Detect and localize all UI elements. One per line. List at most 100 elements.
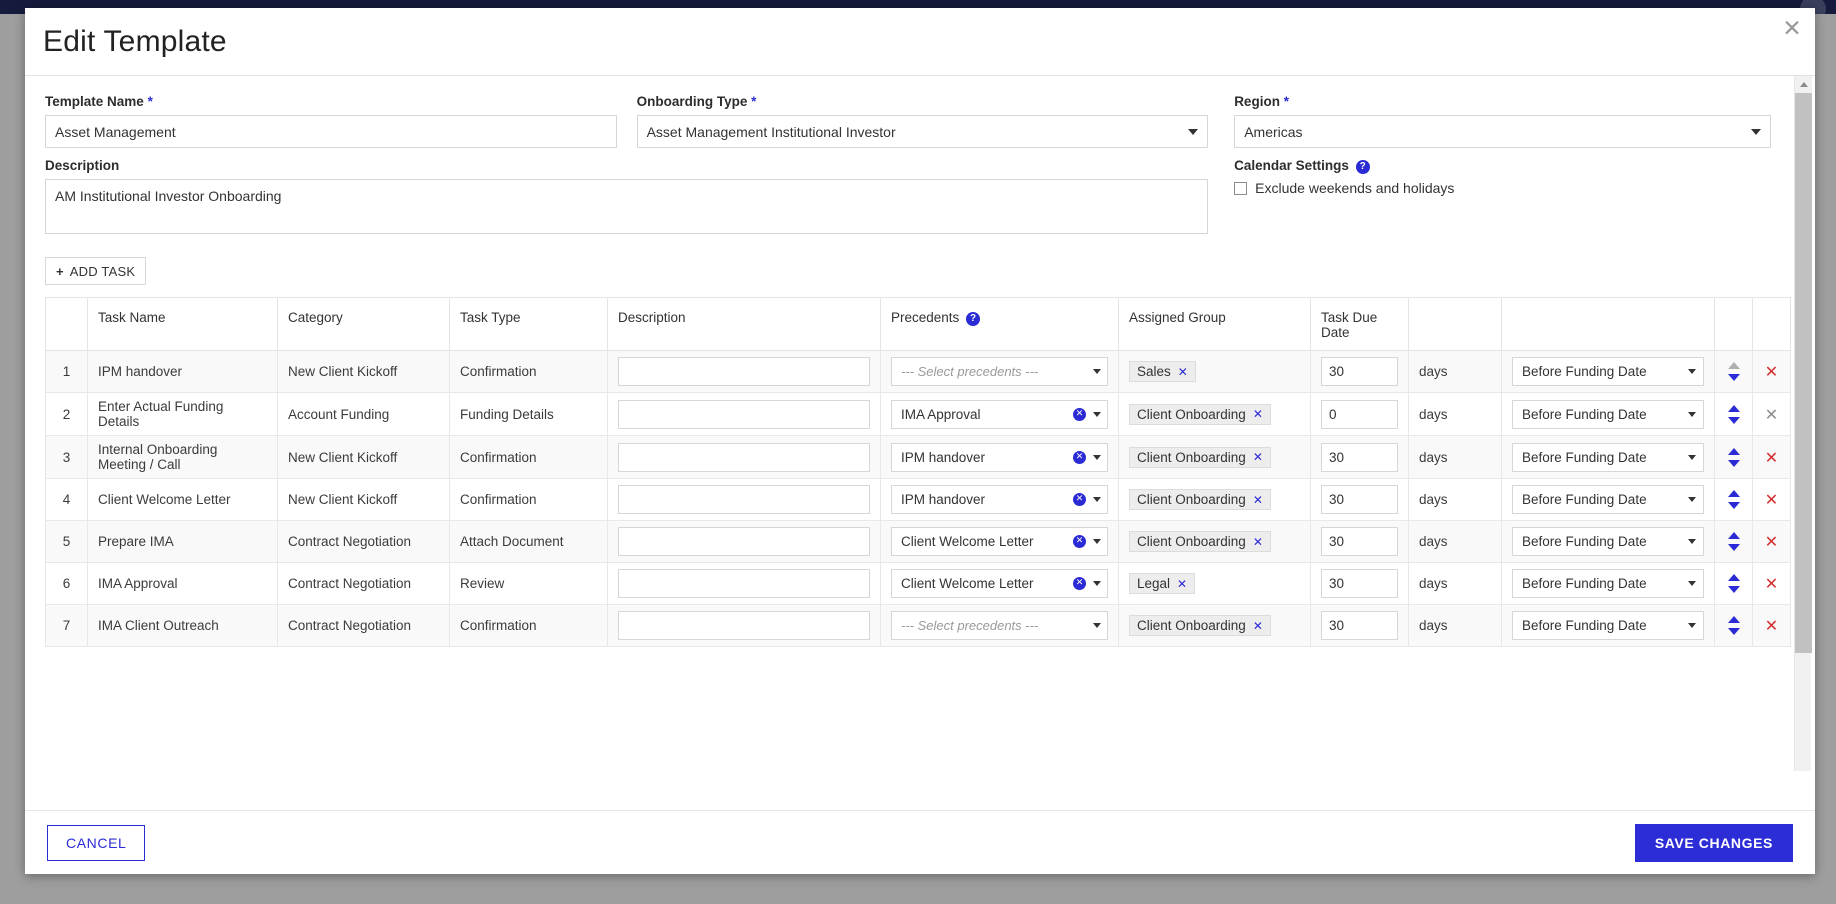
- row-index: 3: [45, 435, 88, 479]
- row-task-type: Confirmation: [449, 604, 608, 647]
- description-input[interactable]: [618, 485, 870, 514]
- row-task-name: IMA Approval: [87, 562, 278, 605]
- page-title: Edit Template: [43, 24, 227, 58]
- move-down-icon[interactable]: [1727, 502, 1740, 509]
- save-changes-button[interactable]: SAVE CHANGES: [1634, 823, 1793, 862]
- region-select[interactable]: Americas: [1234, 115, 1771, 148]
- row-reorder-cell: [1714, 350, 1753, 393]
- row-precedents-cell: --- Select precedents ---: [880, 350, 1119, 393]
- row-due-days-cell: [1310, 350, 1409, 393]
- precedents-select[interactable]: --- Select precedents ---: [891, 357, 1108, 386]
- onboarding-type-select[interactable]: Asset Management Institutional Investor: [636, 115, 1209, 148]
- modal-scrollbar[interactable]: [1794, 76, 1812, 771]
- help-icon[interactable]: ?: [1355, 160, 1370, 174]
- scrollbar-thumb[interactable]: [1795, 93, 1812, 653]
- move-down-icon[interactable]: [1727, 586, 1740, 593]
- delete-row-icon[interactable]: ✕: [1765, 532, 1778, 551]
- precedents-select[interactable]: IMA Approval ✕: [891, 399, 1108, 429]
- remove-group-icon[interactable]: ✕: [1253, 407, 1263, 421]
- move-up-icon[interactable]: [1727, 490, 1740, 497]
- description-input[interactable]: [618, 399, 870, 429]
- relative-to-select[interactable]: Before Funding Date: [1512, 442, 1704, 472]
- row-task-name: Client Welcome Letter: [87, 478, 278, 521]
- chevron-down-icon: [1093, 581, 1101, 586]
- calendar-settings-label: Calendar Settings ?: [1234, 158, 1771, 174]
- relative-to-value: Before Funding Date: [1522, 534, 1647, 549]
- description-input[interactable]: [618, 569, 870, 598]
- relative-to-select[interactable]: Before Funding Date: [1512, 569, 1704, 598]
- due-days-input[interactable]: [1321, 527, 1398, 556]
- due-days-input[interactable]: [1321, 357, 1398, 386]
- remove-group-icon[interactable]: ✕: [1253, 619, 1263, 633]
- remove-group-icon[interactable]: ✕: [1253, 493, 1263, 507]
- precedents-select[interactable]: IPM handover ✕: [891, 485, 1108, 514]
- move-down-icon[interactable]: [1727, 416, 1740, 424]
- due-days-input[interactable]: [1321, 569, 1398, 598]
- move-up-icon[interactable]: [1727, 574, 1740, 581]
- due-days-input[interactable]: [1321, 399, 1398, 429]
- due-days-input[interactable]: [1321, 611, 1398, 640]
- row-reorder-cell: [1714, 435, 1753, 479]
- description-textarea[interactable]: AM Institutional Investor Onboarding: [45, 179, 1209, 234]
- row-days-unit: days: [1408, 435, 1502, 479]
- precedents-select[interactable]: IPM handover ✕: [891, 442, 1108, 472]
- help-icon[interactable]: ?: [966, 312, 981, 326]
- row-delete-cell: ✕: [1752, 562, 1791, 605]
- move-down-icon[interactable]: [1727, 374, 1740, 381]
- remove-group-icon[interactable]: ✕: [1178, 365, 1188, 379]
- close-icon[interactable]: ✕: [1779, 16, 1805, 42]
- delete-row-icon[interactable]: ✕: [1765, 490, 1778, 509]
- precedent-value: Client Welcome Letter: [901, 534, 1034, 549]
- move-up-icon[interactable]: [1727, 616, 1740, 623]
- move-up-icon[interactable]: [1727, 404, 1740, 412]
- remove-group-icon[interactable]: ✕: [1253, 535, 1263, 549]
- move-down-icon[interactable]: [1727, 459, 1740, 467]
- due-days-input[interactable]: [1321, 485, 1398, 514]
- clear-icon[interactable]: ✕: [1073, 450, 1086, 464]
- relative-to-select[interactable]: Before Funding Date: [1512, 399, 1704, 429]
- exclude-weekends-row[interactable]: Exclude weekends and holidays: [1234, 180, 1771, 196]
- add-task-button[interactable]: + ADD TASK: [45, 257, 147, 285]
- precedent-value: IPM handover: [901, 449, 986, 465]
- row-precedents-cell: IPM handover ✕: [880, 478, 1119, 521]
- row-description-cell: [607, 478, 881, 521]
- chevron-down-icon: [1093, 411, 1101, 417]
- precedents-select[interactable]: Client Welcome Letter ✕: [891, 527, 1108, 556]
- clear-icon[interactable]: ✕: [1073, 493, 1086, 506]
- remove-group-icon[interactable]: ✕: [1253, 450, 1263, 464]
- relative-to-select[interactable]: Before Funding Date: [1512, 357, 1704, 386]
- description-input[interactable]: [618, 527, 870, 556]
- move-up-icon[interactable]: [1727, 532, 1740, 539]
- description-input[interactable]: [618, 357, 870, 386]
- remove-group-icon[interactable]: ✕: [1177, 577, 1187, 591]
- edit-template-modal: Edit Template ✕ Template Name * Asset Ma…: [25, 8, 1815, 874]
- due-days-input[interactable]: [1321, 442, 1398, 472]
- relative-to-select[interactable]: Before Funding Date: [1512, 611, 1704, 640]
- row-description-cell: [607, 520, 881, 563]
- move-up-icon[interactable]: [1727, 447, 1740, 455]
- precedents-select[interactable]: --- Select precedents ---: [891, 611, 1108, 640]
- row-index: 7: [45, 604, 88, 647]
- move-down-icon[interactable]: [1727, 628, 1740, 635]
- row-task-type: Attach Document: [449, 520, 608, 563]
- cancel-button[interactable]: CANCEL: [47, 824, 146, 861]
- precedents-select[interactable]: Client Welcome Letter ✕: [891, 569, 1108, 598]
- relative-to-select[interactable]: Before Funding Date: [1512, 485, 1704, 514]
- clear-icon[interactable]: ✕: [1073, 535, 1086, 548]
- move-down-icon[interactable]: [1727, 544, 1740, 551]
- col-assigned-group: Assigned Group: [1118, 297, 1311, 351]
- scroll-up-icon[interactable]: [1795, 76, 1812, 93]
- delete-row-icon[interactable]: ✕: [1765, 362, 1778, 381]
- delete-row-icon[interactable]: ✕: [1765, 616, 1778, 635]
- delete-row-icon[interactable]: ✕: [1765, 448, 1778, 467]
- delete-row-icon[interactable]: ✕: [1765, 574, 1778, 593]
- relative-to-select[interactable]: Before Funding Date: [1512, 527, 1704, 556]
- clear-icon[interactable]: ✕: [1073, 407, 1086, 421]
- clear-icon[interactable]: ✕: [1073, 577, 1086, 590]
- exclude-weekends-checkbox[interactable]: [1234, 181, 1248, 195]
- template-name-input[interactable]: [45, 115, 617, 148]
- description-input[interactable]: [618, 611, 870, 640]
- onboarding-type-field-group: Onboarding Type * Asset Management Insti…: [636, 94, 1209, 148]
- description-input[interactable]: [618, 442, 870, 472]
- assigned-group-tag: Client Onboarding ✕: [1129, 615, 1271, 636]
